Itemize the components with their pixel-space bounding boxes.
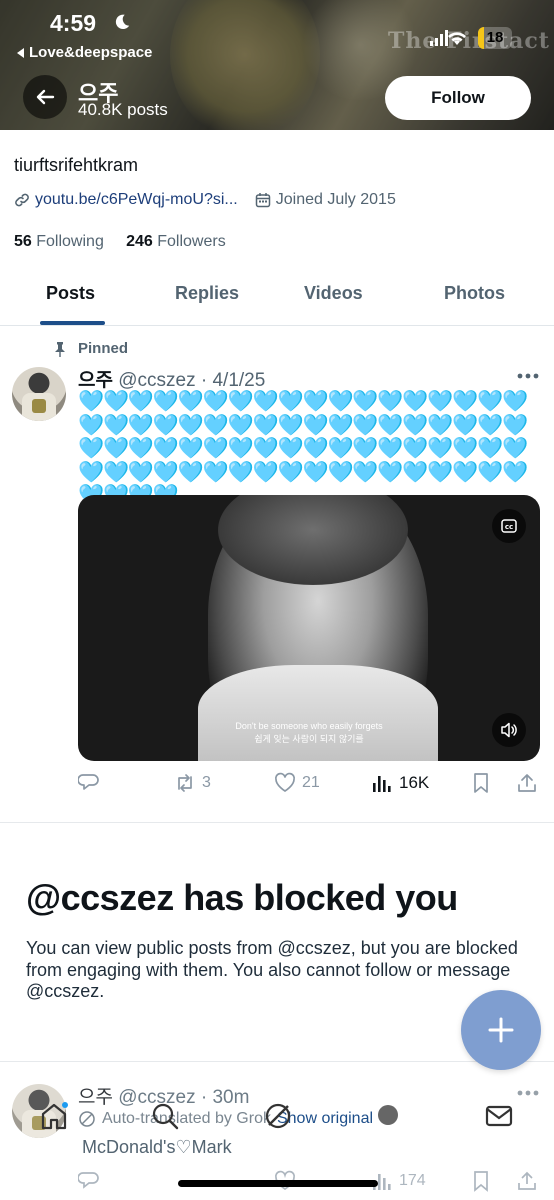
followers-count: 246: [126, 233, 153, 250]
signal-icon: [430, 30, 448, 46]
home-indicator: [178, 1180, 378, 1187]
followers-label: Followers: [157, 233, 226, 250]
grok-translate-icon: [79, 1111, 95, 1127]
views-button[interactable]: 174: [371, 1170, 426, 1192]
author-name[interactable]: 으주: [78, 1087, 113, 1108]
cc-icon: cc: [501, 519, 517, 533]
repost-icon: [178, 774, 192, 792]
views-icon: [373, 776, 391, 792]
messages-icon[interactable]: [484, 1101, 514, 1131]
pin-icon: [55, 341, 65, 357]
back-app-label: Love&deepspace: [29, 44, 153, 61]
author-name[interactable]: 으주: [78, 370, 113, 391]
follow-stats: 56 Following 246 Followers: [14, 233, 226, 251]
reply-button[interactable]: [78, 1170, 100, 1192]
share-button[interactable]: [516, 1170, 538, 1192]
captions-button[interactable]: cc: [492, 509, 526, 543]
post-actions: 3 21 16K: [78, 772, 543, 800]
view-count: 174: [399, 1172, 426, 1189]
battery-indicator: 18: [478, 27, 512, 49]
plus-icon: [488, 1017, 514, 1043]
bookmark-icon: [474, 1171, 488, 1192]
active-tab-indicator: [40, 321, 105, 325]
volume-icon: [501, 722, 517, 738]
post-header: 으주 @ccszez · 4/1/25: [78, 365, 265, 392]
battery-level: 18: [486, 29, 504, 46]
joined-date: Joined July 2015: [275, 191, 396, 208]
reply-icon: [78, 1172, 99, 1189]
tab-replies[interactable]: Replies: [175, 283, 239, 304]
pinned-label-row: Pinned: [52, 340, 128, 357]
section-divider: [0, 822, 554, 823]
followers-link[interactable]: 246 Followers: [126, 233, 226, 250]
post-text: 🩵🩵🩵🩵🩵🩵🩵🩵🩵🩵🩵🩵🩵🩵🩵🩵🩵🩵🩵🩵🩵🩵🩵🩵🩵🩵🩵🩵🩵🩵🩵🩵🩵🩵🩵🩵🩵🩵🩵🩵…: [78, 390, 528, 507]
post-text: McDonald's♡Mark: [82, 1137, 232, 1157]
share-button[interactable]: [516, 772, 538, 794]
profile-tabs: Posts Replies Videos Photos: [0, 266, 554, 326]
like-icon: [274, 772, 296, 792]
view-count: 16K: [399, 773, 430, 792]
author-handle-date: @ccszez · 4/1/25: [118, 370, 266, 391]
more-icon[interactable]: [517, 1090, 539, 1096]
video-player[interactable]: Don't be someone who easily forgets 쉽게 잊…: [78, 495, 540, 761]
following-label: Following: [36, 233, 104, 250]
subtitle-en: Don't be someone who easily forgets: [235, 721, 383, 731]
post-count: 40.8K posts: [78, 100, 168, 119]
subtitle-ko: 쉽게 잊는 사람이 되지 않기를: [254, 734, 364, 744]
tab-posts[interactable]: Posts: [46, 283, 95, 304]
repost-button[interactable]: 3: [174, 772, 211, 794]
profile-bio: tiurftsrifehtkram: [14, 155, 139, 175]
compose-button[interactable]: [461, 990, 541, 1070]
repost-count: 3: [202, 774, 211, 791]
volume-button[interactable]: [492, 713, 526, 747]
link-icon: [15, 193, 29, 207]
more-icon[interactable]: [517, 373, 539, 379]
auto-translated-label: Auto-translated by Grok: [102, 1110, 271, 1127]
profile-meta: youtu.be/c6PeWqj-moU?si... Joined July 2…: [14, 191, 396, 209]
blocked-message: You can view public posts from @ccszez, …: [26, 938, 518, 1001]
following-link[interactable]: 56 Following: [14, 233, 104, 250]
banner-watermark: The Firstact: [388, 28, 550, 54]
section-divider: [0, 1061, 554, 1062]
moon-icon: [115, 14, 130, 30]
bookmark-button[interactable]: [470, 772, 492, 794]
tab-photos[interactable]: Photos: [444, 283, 505, 304]
like-count: 21: [302, 774, 320, 791]
grok-icon[interactable]: [263, 1101, 293, 1131]
communities-icon[interactable]: [373, 1101, 403, 1131]
pinned-label: Pinned: [78, 340, 129, 357]
back-to-app-link[interactable]: Love&deepspace: [17, 44, 152, 61]
profile-link[interactable]: youtu.be/c6PeWqj-moU?si...: [35, 191, 238, 209]
back-button[interactable]: [23, 75, 67, 119]
back-arrow-icon: [36, 89, 55, 105]
share-icon: [518, 1171, 536, 1190]
search-icon[interactable]: [150, 1101, 180, 1131]
blocked-title: @ccszez has blocked you: [26, 877, 458, 918]
calendar-icon: [255, 193, 270, 208]
bookmark-button[interactable]: [470, 1170, 492, 1192]
avatar[interactable]: [12, 367, 66, 421]
share-icon: [518, 774, 536, 792]
status-time: 4:59: [50, 10, 97, 36]
wifi-icon: [448, 32, 466, 45]
svg-text:cc: cc: [505, 523, 513, 531]
home-icon[interactable]: [39, 1101, 69, 1131]
follow-button[interactable]: Follow: [385, 76, 531, 120]
reply-icon: [78, 774, 99, 790]
back-triangle-icon: [17, 47, 24, 58]
views-button[interactable]: 16K: [371, 772, 429, 794]
author-handle-time: @ccszez · 30m: [118, 1087, 250, 1108]
bookmark-icon: [474, 773, 488, 793]
like-button[interactable]: 21: [274, 772, 320, 794]
tab-videos[interactable]: Videos: [304, 283, 363, 304]
reply-button[interactable]: [78, 772, 100, 794]
following-count: 56: [14, 233, 32, 250]
auto-translate-row: Auto-translated by Grok Show original: [78, 1110, 373, 1128]
